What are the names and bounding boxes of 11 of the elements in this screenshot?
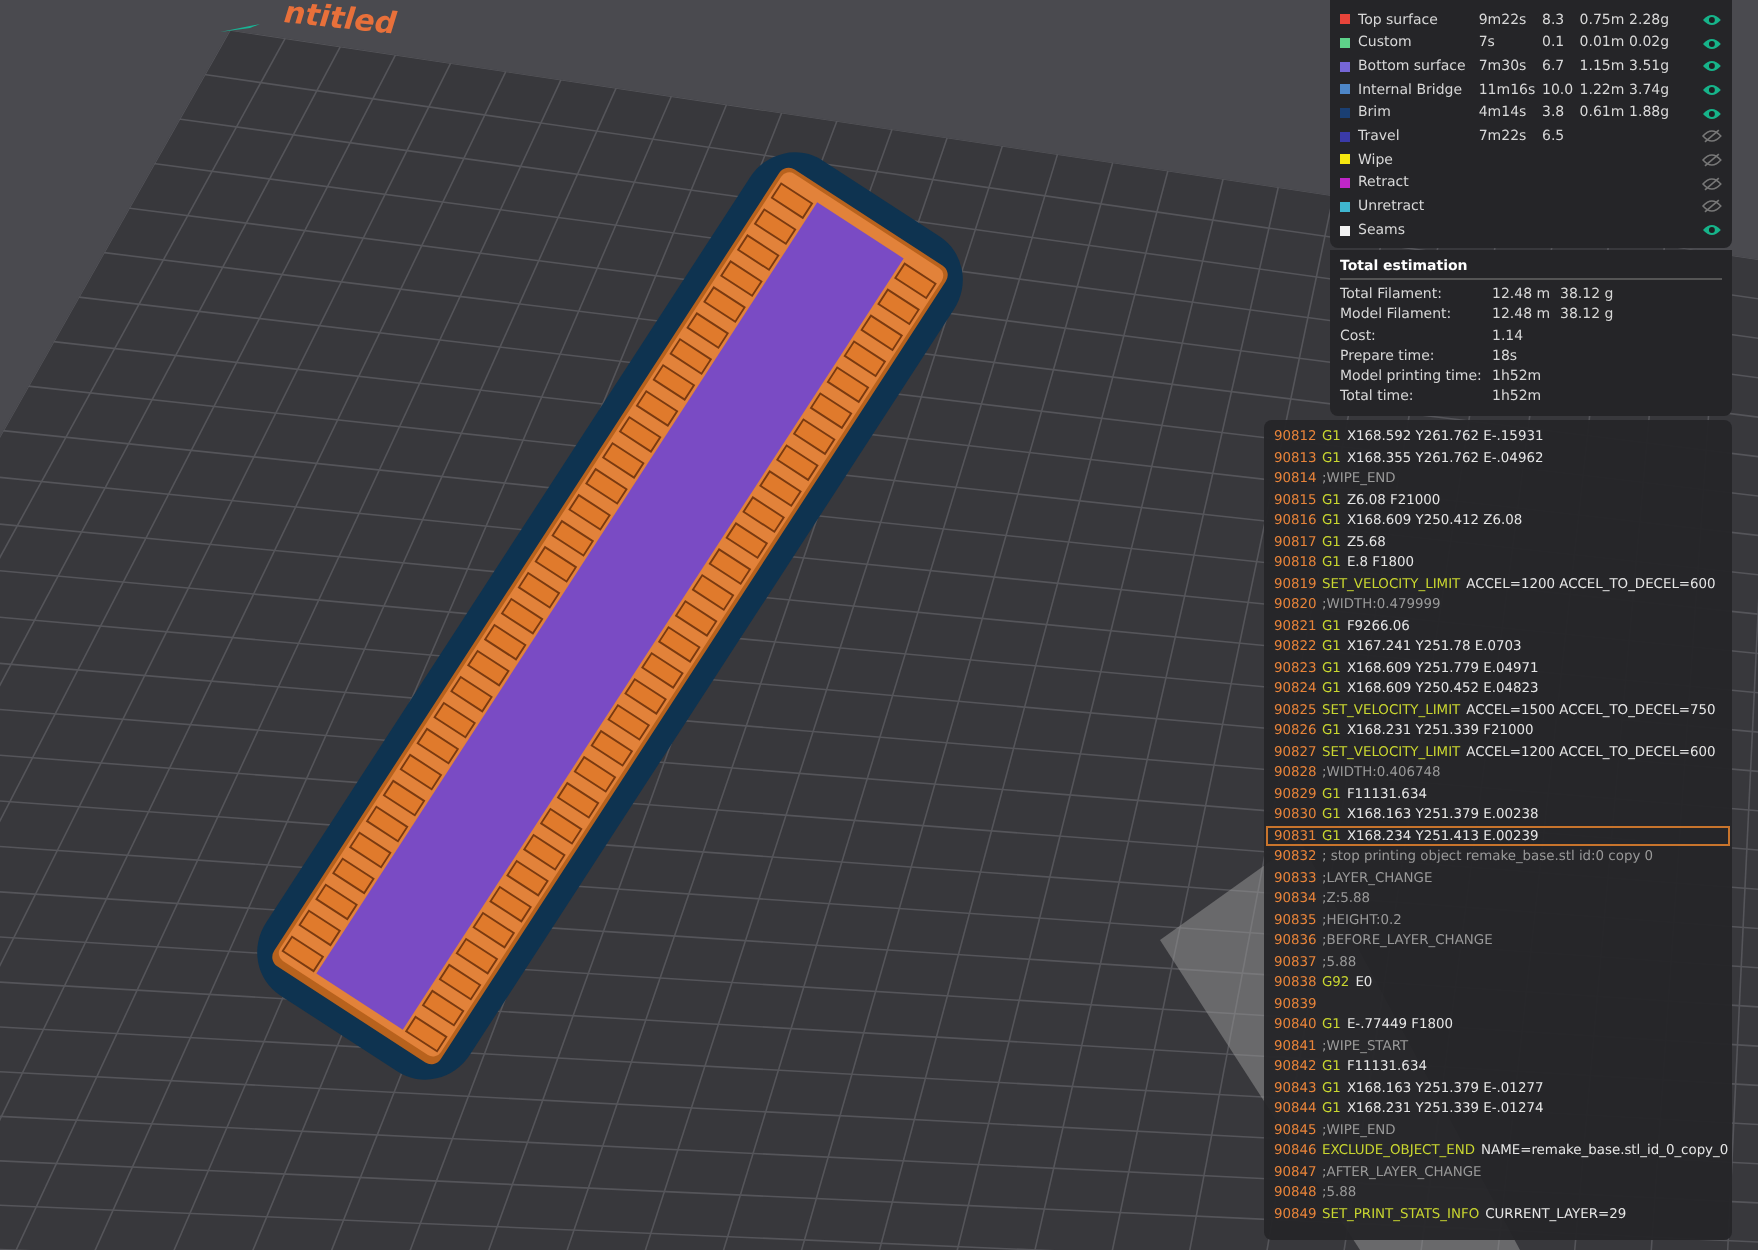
eye-icon[interactable] [1702,222,1723,239]
eye-icon[interactable] [1702,105,1723,122]
eye-icon[interactable] [1702,81,1723,98]
eye-off-icon[interactable] [1702,128,1723,145]
eye-icon[interactable] [1702,35,1723,52]
eye-off-icon[interactable] [1702,175,1723,192]
eye-icon[interactable] [1702,58,1723,75]
eye-off-icon[interactable] [1702,198,1723,215]
eye-icon[interactable] [1702,11,1723,28]
plate-title: ntitled [282,0,398,42]
eye-off-icon[interactable] [1702,151,1723,168]
